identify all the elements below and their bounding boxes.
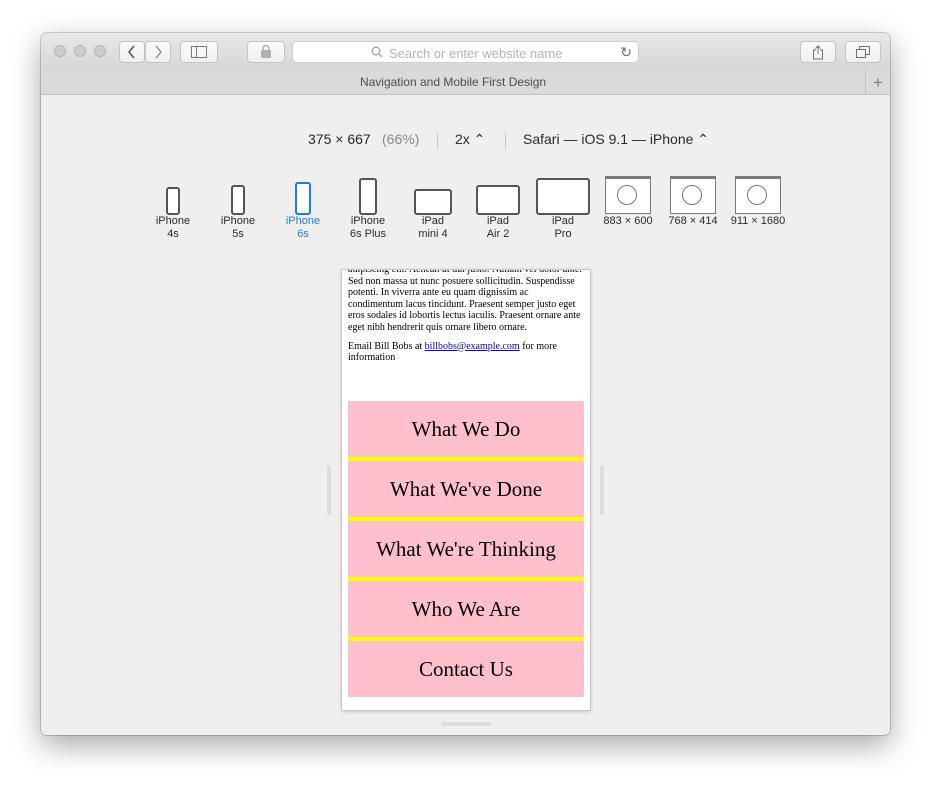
forward-button[interactable] bbox=[145, 41, 171, 63]
device-iphone-6s[interactable]: iPhone 6s bbox=[273, 175, 333, 241]
back-icon bbox=[127, 45, 135, 59]
device-iphone-4s[interactable]: iPhone 4s bbox=[143, 175, 203, 241]
device-viewport: adipiscing elit. Aenean ut dui justo. Nu… bbox=[342, 270, 590, 710]
nav-what-weve-done[interactable]: What We've Done bbox=[348, 461, 584, 521]
safari-window-icon bbox=[605, 176, 651, 214]
tab-title[interactable]: Navigation and Mobile First Design bbox=[41, 75, 865, 89]
device-sublabel: 6s bbox=[297, 228, 309, 240]
viewport-dimensions: 375 × 667 bbox=[308, 131, 371, 147]
resize-handle-right[interactable] bbox=[600, 465, 604, 515]
safari-window-icon bbox=[670, 176, 716, 214]
email-link[interactable]: billbobs@example.com bbox=[425, 341, 520, 352]
responsive-design-mode: 375 × 667 (66%) 2x ⌃ Safari — iOS 9.1 — … bbox=[41, 95, 890, 735]
resize-handle-bottom[interactable] bbox=[441, 722, 491, 726]
new-tab-button[interactable]: + bbox=[865, 71, 890, 94]
iphone-icon bbox=[295, 182, 311, 215]
tabs-button[interactable] bbox=[845, 41, 881, 63]
tabs-icon bbox=[856, 46, 870, 58]
nav-who-we-are[interactable]: Who We Are bbox=[348, 581, 584, 641]
iphone-icon bbox=[359, 178, 377, 215]
device-iphone-5s[interactable]: iPhone 5s bbox=[208, 175, 268, 241]
device-label: 911 × 1680 bbox=[730, 215, 786, 227]
compass-icon bbox=[747, 185, 767, 205]
device-sublabel: 6s Plus bbox=[349, 228, 387, 240]
contact-paragraph: Email Bill Bobs at billbobs@example.com … bbox=[348, 341, 584, 364]
divider bbox=[505, 133, 506, 150]
device-custom-768[interactable]: 768 × 414 bbox=[663, 175, 723, 228]
device-label: 768 × 414 bbox=[668, 215, 718, 227]
ipad-icon bbox=[536, 178, 590, 215]
device-sublabel: mini 4 bbox=[418, 228, 448, 240]
device-label: 883 × 600 bbox=[603, 215, 653, 227]
web-page: adipiscing elit. Aenean ut dui justo. Nu… bbox=[348, 270, 584, 371]
privacy-icon bbox=[261, 45, 271, 58]
iphone-icon bbox=[231, 185, 245, 215]
compass-icon bbox=[682, 185, 702, 205]
tab-bar: Navigation and Mobile First Design + bbox=[41, 71, 890, 95]
device-label: iPhone bbox=[285, 215, 321, 227]
back-button[interactable] bbox=[119, 41, 145, 63]
device-ipad-air-2[interactable]: iPad Air 2 bbox=[468, 175, 528, 241]
scale-select[interactable]: 2x ⌃ bbox=[455, 131, 485, 148]
zoom-level: (66%) bbox=[382, 131, 420, 147]
user-agent-select[interactable]: Safari — iOS 9.1 — iPhone ⌃ bbox=[523, 131, 709, 148]
ipad-icon bbox=[414, 189, 452, 215]
device-ipad-pro[interactable]: iPad Pro bbox=[533, 175, 593, 241]
safari-window-icon bbox=[735, 176, 781, 214]
device-sublabel: 5s bbox=[232, 228, 244, 240]
close-window-button[interactable] bbox=[54, 45, 66, 57]
device-custom-883[interactable]: 883 × 600 bbox=[598, 175, 658, 228]
reload-icon[interactable]: ↻ bbox=[620, 44, 632, 61]
resize-handle-left[interactable] bbox=[327, 465, 331, 515]
device-label: iPad bbox=[421, 215, 445, 227]
sidebar-icon bbox=[191, 46, 207, 58]
iphone-icon bbox=[166, 187, 180, 215]
device-custom-911[interactable]: 911 × 1680 bbox=[728, 175, 788, 228]
privacy-button[interactable] bbox=[247, 41, 285, 63]
divider bbox=[437, 133, 438, 150]
device-sublabel: Pro bbox=[554, 228, 572, 240]
compass-icon bbox=[617, 185, 637, 205]
body-paragraph: adipiscing elit. Aenean ut dui justo. Nu… bbox=[348, 270, 582, 333]
device-label: iPad bbox=[551, 215, 575, 227]
nav-what-were-thinking[interactable]: What We're Thinking bbox=[348, 521, 584, 581]
nav-contact-us[interactable]: Contact Us bbox=[348, 641, 584, 697]
sidebar-button[interactable] bbox=[180, 41, 218, 63]
address-placeholder: Search or enter website name bbox=[389, 46, 563, 61]
toolbar: Search or enter website name ↻ bbox=[41, 33, 890, 72]
device-label: iPhone bbox=[155, 215, 191, 227]
share-icon bbox=[813, 44, 823, 59]
device-ipad-mini-4[interactable]: iPad mini 4 bbox=[403, 175, 463, 241]
device-label: iPad bbox=[486, 215, 510, 227]
rdm-header: 375 × 667 (66%) 2x ⌃ Safari — iOS 9.1 — … bbox=[41, 131, 890, 153]
device-iphone-6s-plus[interactable]: iPhone 6s Plus bbox=[338, 175, 398, 241]
email-prefix: Email Bill Bobs at bbox=[348, 340, 425, 352]
device-sublabel: Air 2 bbox=[486, 228, 510, 240]
minimize-window-button[interactable] bbox=[74, 45, 86, 57]
site-navigation: What We Do What We've Done What We're Th… bbox=[348, 401, 584, 697]
search-icon bbox=[371, 46, 383, 58]
ipad-icon bbox=[476, 185, 520, 215]
device-label: iPhone bbox=[220, 215, 256, 227]
nav-what-we-do[interactable]: What We Do bbox=[348, 401, 584, 461]
forward-icon bbox=[155, 45, 163, 59]
device-sublabel: 4s bbox=[167, 228, 179, 240]
share-button[interactable] bbox=[800, 41, 836, 63]
device-label: iPhone bbox=[350, 215, 386, 227]
zoom-window-button[interactable] bbox=[94, 45, 106, 57]
safari-window: Search or enter website name ↻ Navigatio… bbox=[41, 33, 890, 735]
address-bar[interactable]: Search or enter website name ↻ bbox=[292, 41, 639, 63]
